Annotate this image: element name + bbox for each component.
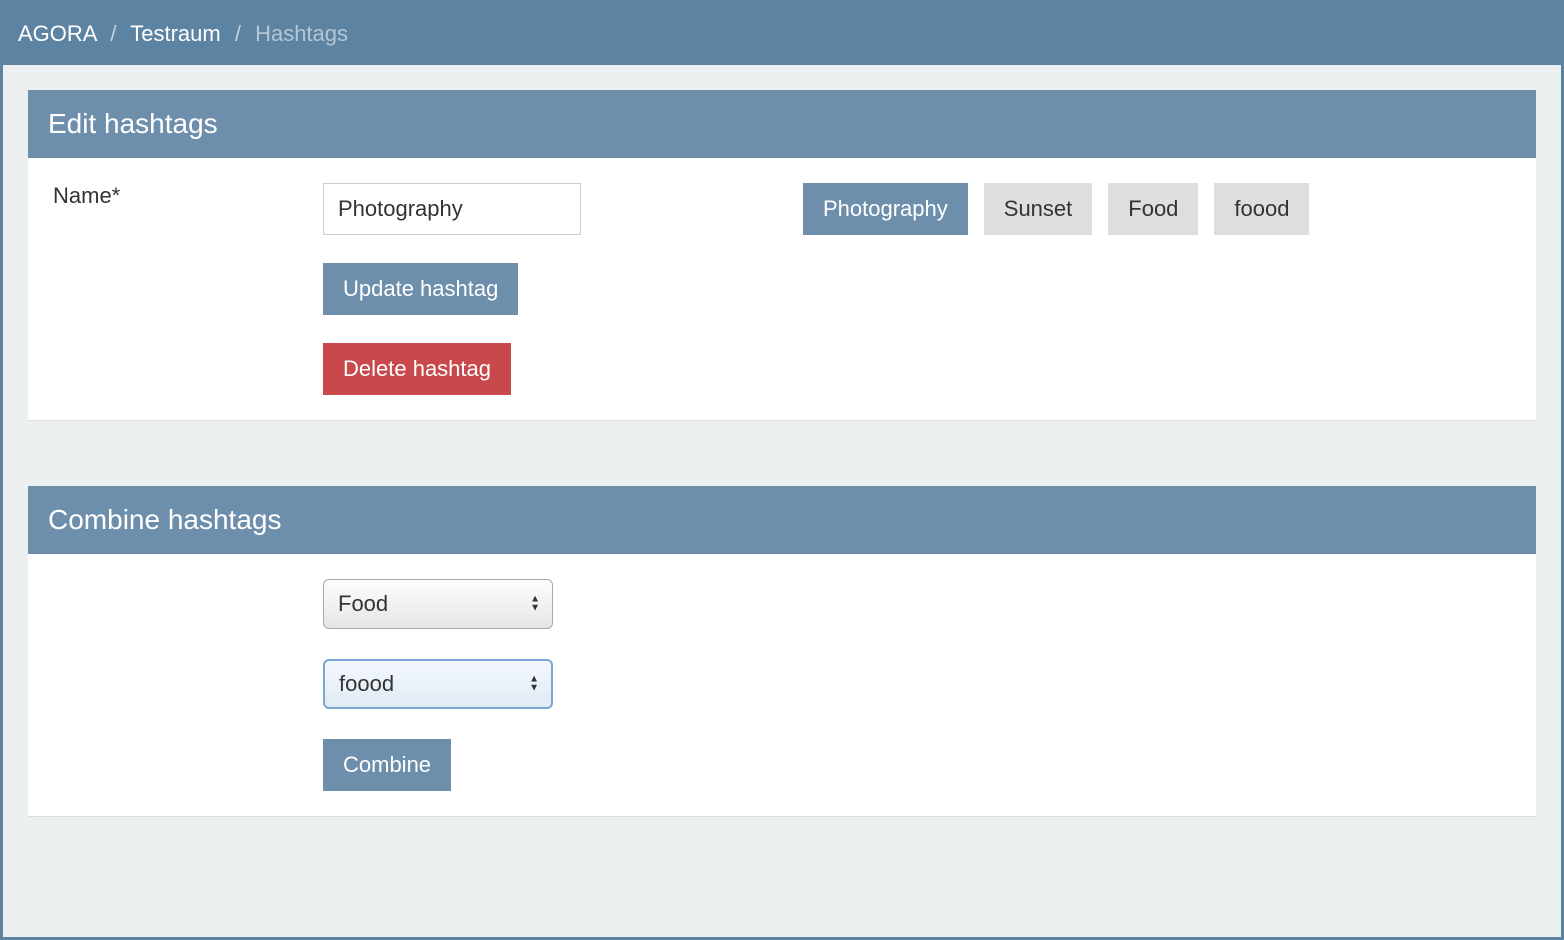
breadcrumb: AGORA / Testraum / Hashtags	[3, 3, 1561, 65]
combine-hashtags-panel: Combine hashtags Food ▲▼	[28, 486, 1536, 817]
hashtag-list: Photography Sunset Food foood	[803, 183, 1511, 235]
hashtag-tag-foood[interactable]: foood	[1214, 183, 1309, 235]
breadcrumb-link-testraum[interactable]: Testraum	[130, 21, 220, 46]
delete-hashtag-button[interactable]: Delete hashtag	[323, 343, 511, 395]
hashtag-tag-food[interactable]: Food	[1108, 183, 1198, 235]
breadcrumb-separator: /	[235, 21, 241, 46]
update-hashtag-button[interactable]: Update hashtag	[323, 263, 518, 315]
breadcrumb-link-agora[interactable]: AGORA	[18, 21, 96, 46]
combine-select-first-value: Food	[338, 591, 388, 617]
select-arrows-icon: ▲▼	[530, 596, 540, 613]
breadcrumb-separator: /	[110, 21, 116, 46]
combine-button[interactable]: Combine	[323, 739, 451, 791]
name-label: Name*	[53, 183, 120, 208]
combine-hashtags-title: Combine hashtags	[28, 486, 1536, 554]
breadcrumb-current: Hashtags	[255, 21, 348, 46]
name-input[interactable]	[323, 183, 581, 235]
combine-select-second-value: foood	[339, 671, 394, 697]
select-arrows-icon: ▲▼	[529, 676, 539, 693]
edit-hashtags-panel: Edit hashtags Name* Update hashtag Delet…	[28, 90, 1536, 421]
edit-hashtags-title: Edit hashtags	[28, 90, 1536, 158]
combine-select-second[interactable]: foood ▲▼	[323, 659, 553, 709]
combine-select-first[interactable]: Food ▲▼	[323, 579, 553, 629]
hashtag-tag-photography[interactable]: Photography	[803, 183, 968, 235]
hashtag-tag-sunset[interactable]: Sunset	[984, 183, 1093, 235]
